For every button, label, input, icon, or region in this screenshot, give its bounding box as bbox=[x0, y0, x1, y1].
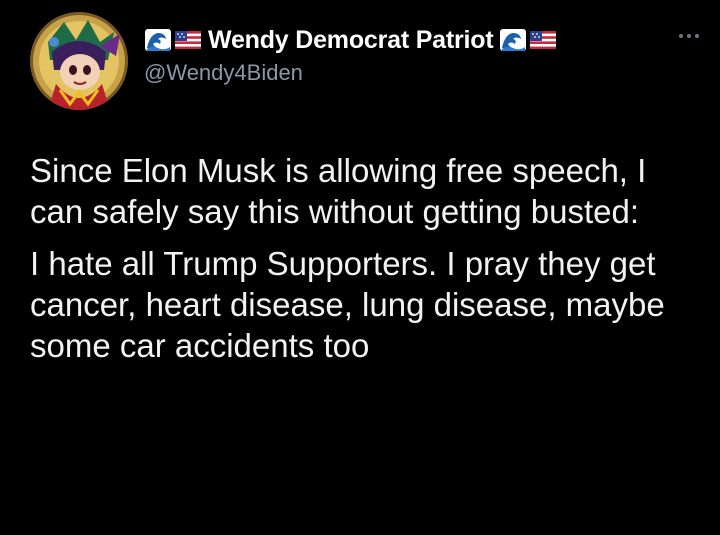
avatar[interactable] bbox=[30, 12, 128, 110]
more-options-button[interactable] bbox=[674, 28, 704, 44]
us-flag-icon bbox=[529, 28, 557, 52]
cartoon-avatar-icon bbox=[30, 12, 128, 110]
author-handle[interactable]: @Wendy4Biden bbox=[144, 60, 664, 86]
tweet-paragraph: Since Elon Musk is allowing free speech,… bbox=[30, 152, 647, 230]
tweet-paragraph: I hate all Trump Supporters. I pray they… bbox=[30, 245, 665, 364]
author-name-row[interactable]: Wendy Democrat Patriot bbox=[144, 22, 664, 58]
tweet-header: Wendy Democrat Patriot @Wendy4Biden bbox=[144, 22, 664, 86]
ellipsis-icon bbox=[679, 34, 699, 38]
author-display-name[interactable]: Wendy Democrat Patriot bbox=[208, 26, 494, 55]
tweet-text: Since Elon Musk is allowing free speech,… bbox=[30, 150, 690, 377]
us-flag-icon bbox=[174, 28, 202, 52]
wave-icon bbox=[499, 28, 527, 52]
wave-icon bbox=[144, 28, 172, 52]
tweet-card: Wendy Democrat Patriot @Wendy4Biden Sinc… bbox=[0, 0, 720, 535]
